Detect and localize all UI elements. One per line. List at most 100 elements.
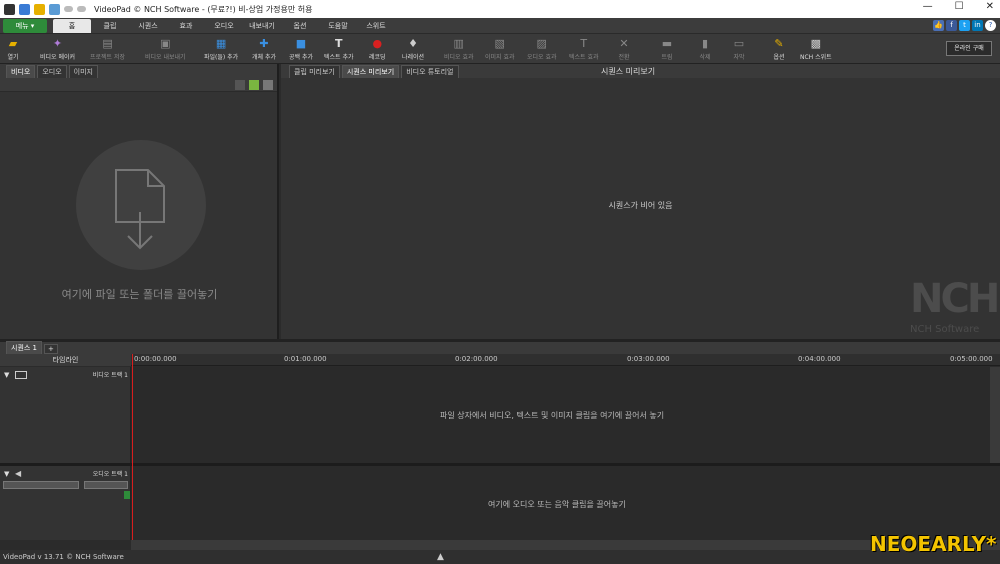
trim-button[interactable]: ▬ 트림 [660,36,674,62]
narration-button[interactable]: ♦ 나레이션 [402,36,425,62]
drop-zone-circle[interactable] [76,140,206,270]
pan-slider[interactable] [84,481,128,489]
save-quick-icon[interactable] [19,3,30,15]
ruler-tick: 0:03:00.000 [627,355,670,363]
bin-tab-image[interactable]: 이미지 [68,65,98,78]
collapse-audio-icon[interactable]: ▼ [4,470,9,478]
bin-tab-audio[interactable]: 오디오 [37,65,67,78]
timeline-label: 타임라인 [0,354,131,366]
tab-clip-preview[interactable]: 클립 미리보기 [289,65,340,78]
ruler-tick: 0:05:00.000 [950,355,993,363]
volume-slider[interactable] [3,481,79,489]
open-quick-icon[interactable] [34,3,45,15]
delete-label: 삭제 [699,54,711,61]
subtitle-button[interactable]: ▭ 자막 [732,36,746,62]
nch-suite-label: NCH 스위트 [800,54,832,61]
minimize-button[interactable]: — [923,1,933,12]
undo-icon[interactable] [64,6,73,12]
tab-video-tutorial[interactable]: 비디오 튜토리얼 [401,65,459,78]
transition-button[interactable]: ✕ 전환 [617,36,631,62]
nch-suite-button[interactable]: ▩ NCH 스위트 [800,36,832,62]
drop-files-text: 여기에 파일 또는 폴더를 끌어놓기 [61,288,218,301]
narration-label: 나레이션 [402,54,425,61]
ruler-tick: 0:00:00.000 [134,355,177,363]
new-folder-icon[interactable] [249,80,259,90]
delete-button[interactable]: ▮ 삭제 [698,36,712,62]
watermark-text: NEOEARLY* [870,532,997,556]
video-track[interactable]: ▼ 비디오 트랙 1 파일 상자에서 비디오, 텍스트 및 이미지 클립을 여기… [0,367,1000,463]
text-icon: T [334,36,343,50]
tab-export[interactable]: 내보내기 [243,19,281,33]
tab-clip[interactable]: 클립 [91,19,129,33]
wand-icon: ✦ [52,36,63,50]
add-blank-button[interactable]: ■ 공백 추가 [289,36,313,62]
close-button[interactable]: ✕ [986,1,994,12]
file-drop-icon [115,169,165,250]
add-object-button[interactable]: ✚ 개체 추가 [252,36,276,62]
speaker-icon: ◀ [15,469,22,478]
title-bar: VideoPad © NCH Software - (무료?!) 비-상업 가정… [0,0,1000,18]
list-view-icon[interactable] [263,80,273,90]
audio-effects-button[interactable]: ▨ 오디오 효과 [527,36,557,62]
record-label: 레코딩 [369,54,386,61]
audio-fx-icon: ▨ [536,36,547,50]
menu-button[interactable]: 메뉴 ▾ [3,18,47,33]
open-button[interactable]: ▰ 열기 [6,36,20,62]
help-icon[interactable]: ? [985,20,996,31]
options-label: 옵션 [773,54,785,61]
app-icon [4,3,15,15]
audio-track[interactable]: ▼ ◀ 오디오 트랙 1 여기에 오디오 또는 음악 클립을 끌어놓기 [0,466,1000,540]
tab-sequence[interactable]: 시퀀스 [129,19,167,33]
tab-sequence-1[interactable]: 시퀀스 1 [6,341,42,354]
facebook-icon[interactable]: f [946,20,957,31]
ruler-tick: 0:01:00.000 [284,355,327,363]
playhead[interactable] [132,354,133,540]
expand-arrow-icon[interactable]: ▲ [437,550,444,564]
tab-audio[interactable]: 오디오 [205,19,243,33]
delete-icon: ▮ [701,36,709,50]
add-files-button[interactable]: ▦ 파일(들) 추가 [204,36,239,62]
video-maker-label: 비디오 메이커 [40,54,76,61]
buy-online-button[interactable]: 온라인 구매 [946,41,992,56]
timeline-ruler[interactable]: 타임라인 0:00:00.000 0:01:00.000 0:02:00.000… [0,354,1000,366]
record-button[interactable]: ● 레코딩 [369,36,386,62]
timeline-vertical-scrollbar[interactable] [990,367,1000,463]
suite-icon: ▩ [810,36,822,50]
export-video-button[interactable]: ▣ 비디오 내보내기 [145,36,186,62]
ruler-tick: 0:02:00.000 [455,355,498,363]
export-video-label: 비디오 내보내기 [145,54,186,61]
bin-tab-video[interactable]: 비디오 [6,65,36,78]
tab-suite[interactable]: 스위트 [357,19,395,33]
tab-help[interactable]: 도움말 [319,19,357,33]
video-effects-button[interactable]: ▥ 비디오 효과 [444,36,474,62]
disk-quick-icon[interactable] [49,3,60,15]
twitter-icon[interactable]: t [959,20,970,31]
add-files-label: 파일(들) 추가 [204,54,239,61]
options-icon: ✎ [774,36,784,50]
options-button[interactable]: ✎ 옵션 [772,36,786,62]
maximize-button[interactable]: ☐ [955,1,964,12]
redo-icon[interactable] [77,6,86,12]
image-effects-button[interactable]: ▧ 이미지 효과 [485,36,515,62]
add-sequence-button[interactable]: + [44,344,58,354]
video-maker-button[interactable]: ✦ 비디오 메이커 [40,36,76,62]
save-project-button[interactable]: ▤ 프로젝트 저장 [90,36,125,62]
tab-sequence-preview[interactable]: 시퀀스 미리보기 [341,65,400,78]
sequence-empty-text: 시퀀스가 비어 있음 [608,201,673,210]
tab-effects[interactable]: 효과 [167,19,205,33]
linkedin-icon[interactable]: in [972,20,983,31]
tab-options[interactable]: 옵션 [281,19,319,33]
tab-home[interactable]: 홈 [53,18,91,33]
trash-icon[interactable] [235,80,245,90]
toolbar: ▰ 열기 ✦ 비디오 메이커 ▤ 프로젝트 저장 ▣ 비디오 내보내기 ▦ 파일(들) 추… [0,34,1000,64]
nch-logo: NCH [910,276,1000,322]
ruler-tick: 0:04:00.000 [798,355,841,363]
timeline-tabs: 시퀀스 1 + [0,341,1000,354]
record-icon: ● [372,36,383,50]
text-effects-button[interactable]: T 텍스트 효과 [569,36,599,62]
video-drop-hint: 파일 상자에서 비디오, 텍스트 및 이미지 클립을 여기에 끌어서 놓기 [440,411,665,420]
add-text-button[interactable]: T 텍스트 추가 [324,36,354,62]
collapse-video-icon[interactable]: ▼ [4,371,9,379]
like-icon[interactable]: 👍 [933,20,944,31]
trim-label: 트림 [661,54,673,61]
